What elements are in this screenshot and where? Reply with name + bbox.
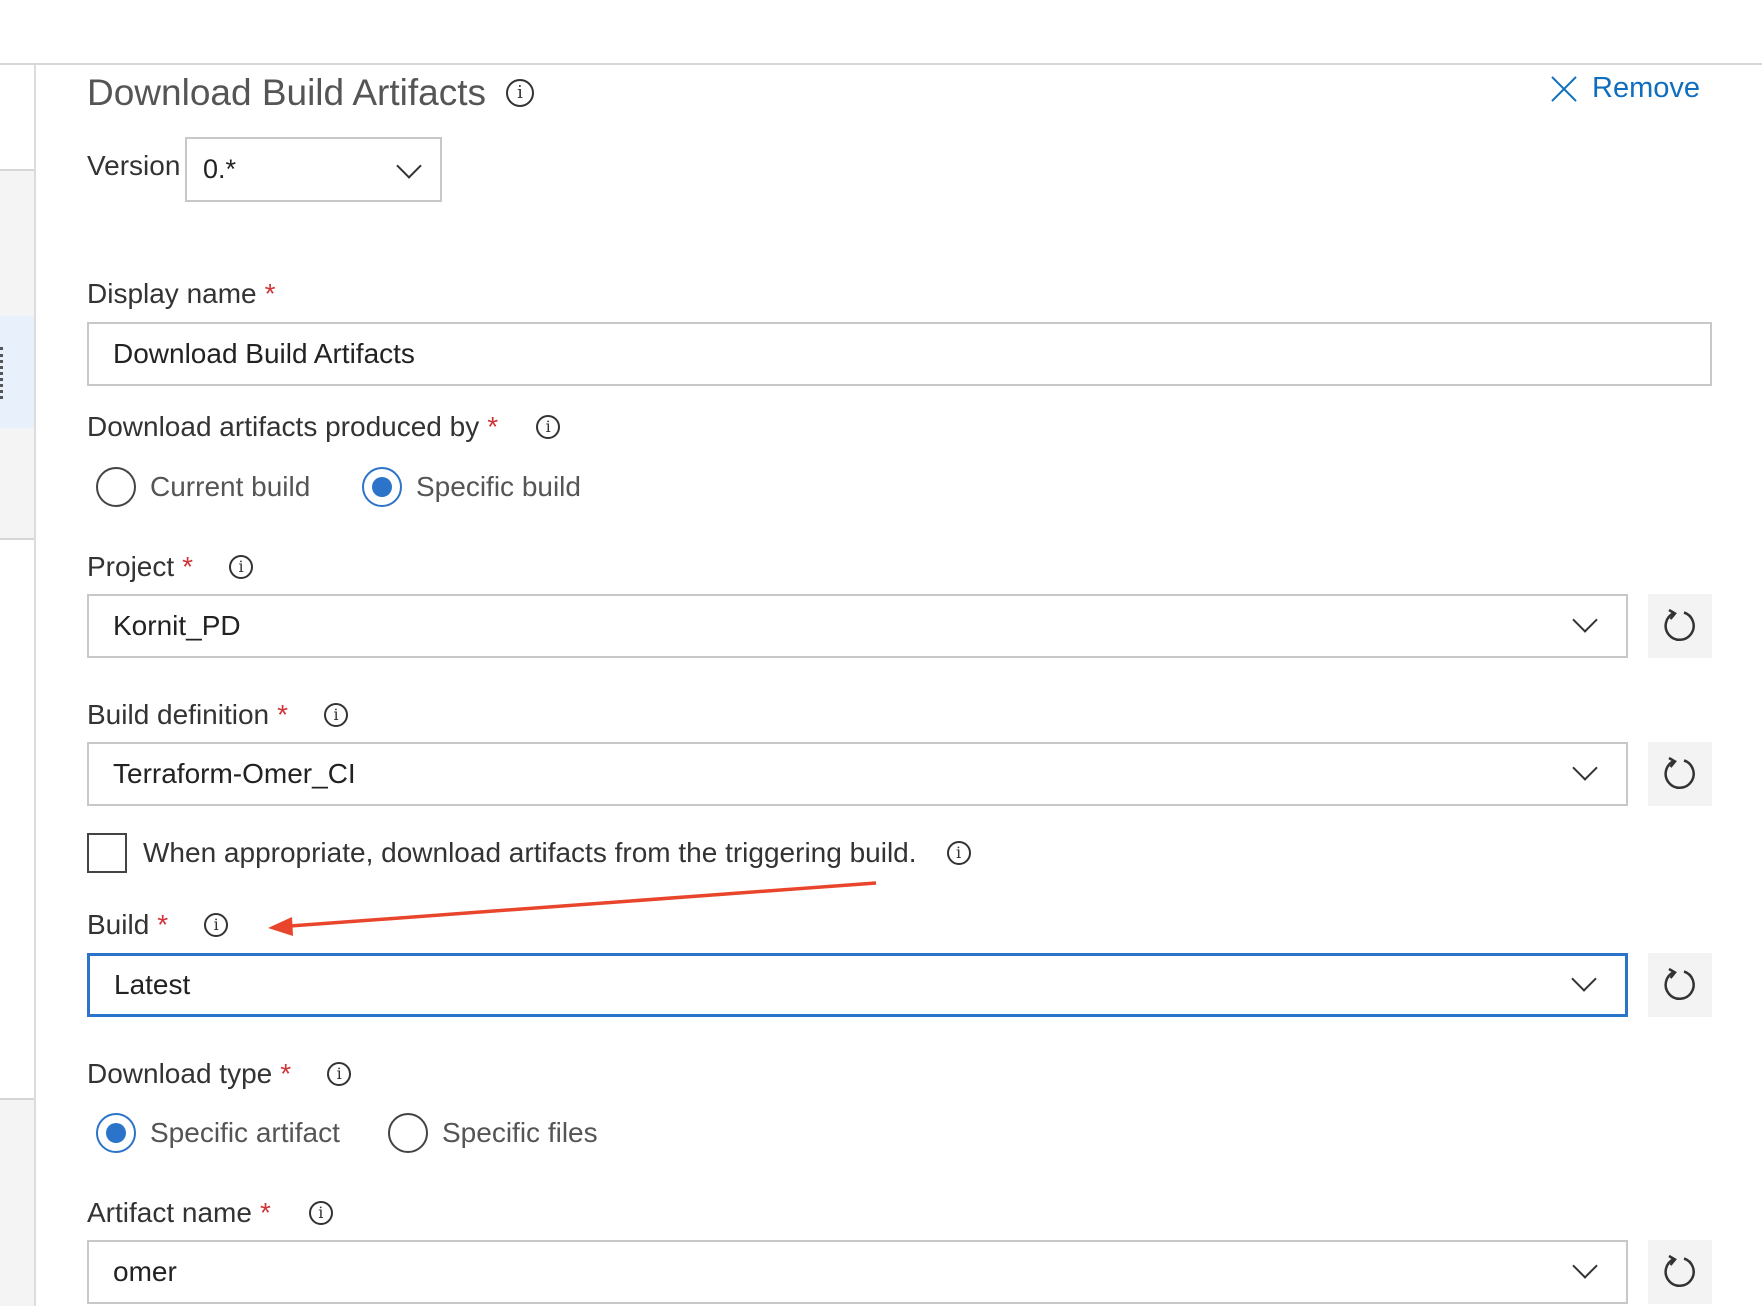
radio-button[interactable]	[388, 1113, 428, 1153]
info-icon[interactable]: i	[327, 1062, 352, 1086]
artifact-name-label: Artifact name * i	[87, 1197, 333, 1229]
info-icon[interactable]: i	[308, 1201, 333, 1225]
refresh-button[interactable]	[1648, 1240, 1712, 1304]
download-type-label: Download type * i	[87, 1058, 352, 1090]
artifact-name-select[interactable]: omer	[87, 1240, 1628, 1304]
radio-button-selected[interactable]	[96, 1113, 136, 1153]
chevron-down-icon	[1572, 1253, 1598, 1279]
refresh-icon	[1664, 1254, 1695, 1288]
download-type-radio-artifact[interactable]: Specific artifact	[96, 1113, 340, 1153]
download-type-radio-files[interactable]: Specific files	[388, 1113, 598, 1153]
annotation-arrow	[268, 881, 877, 936]
